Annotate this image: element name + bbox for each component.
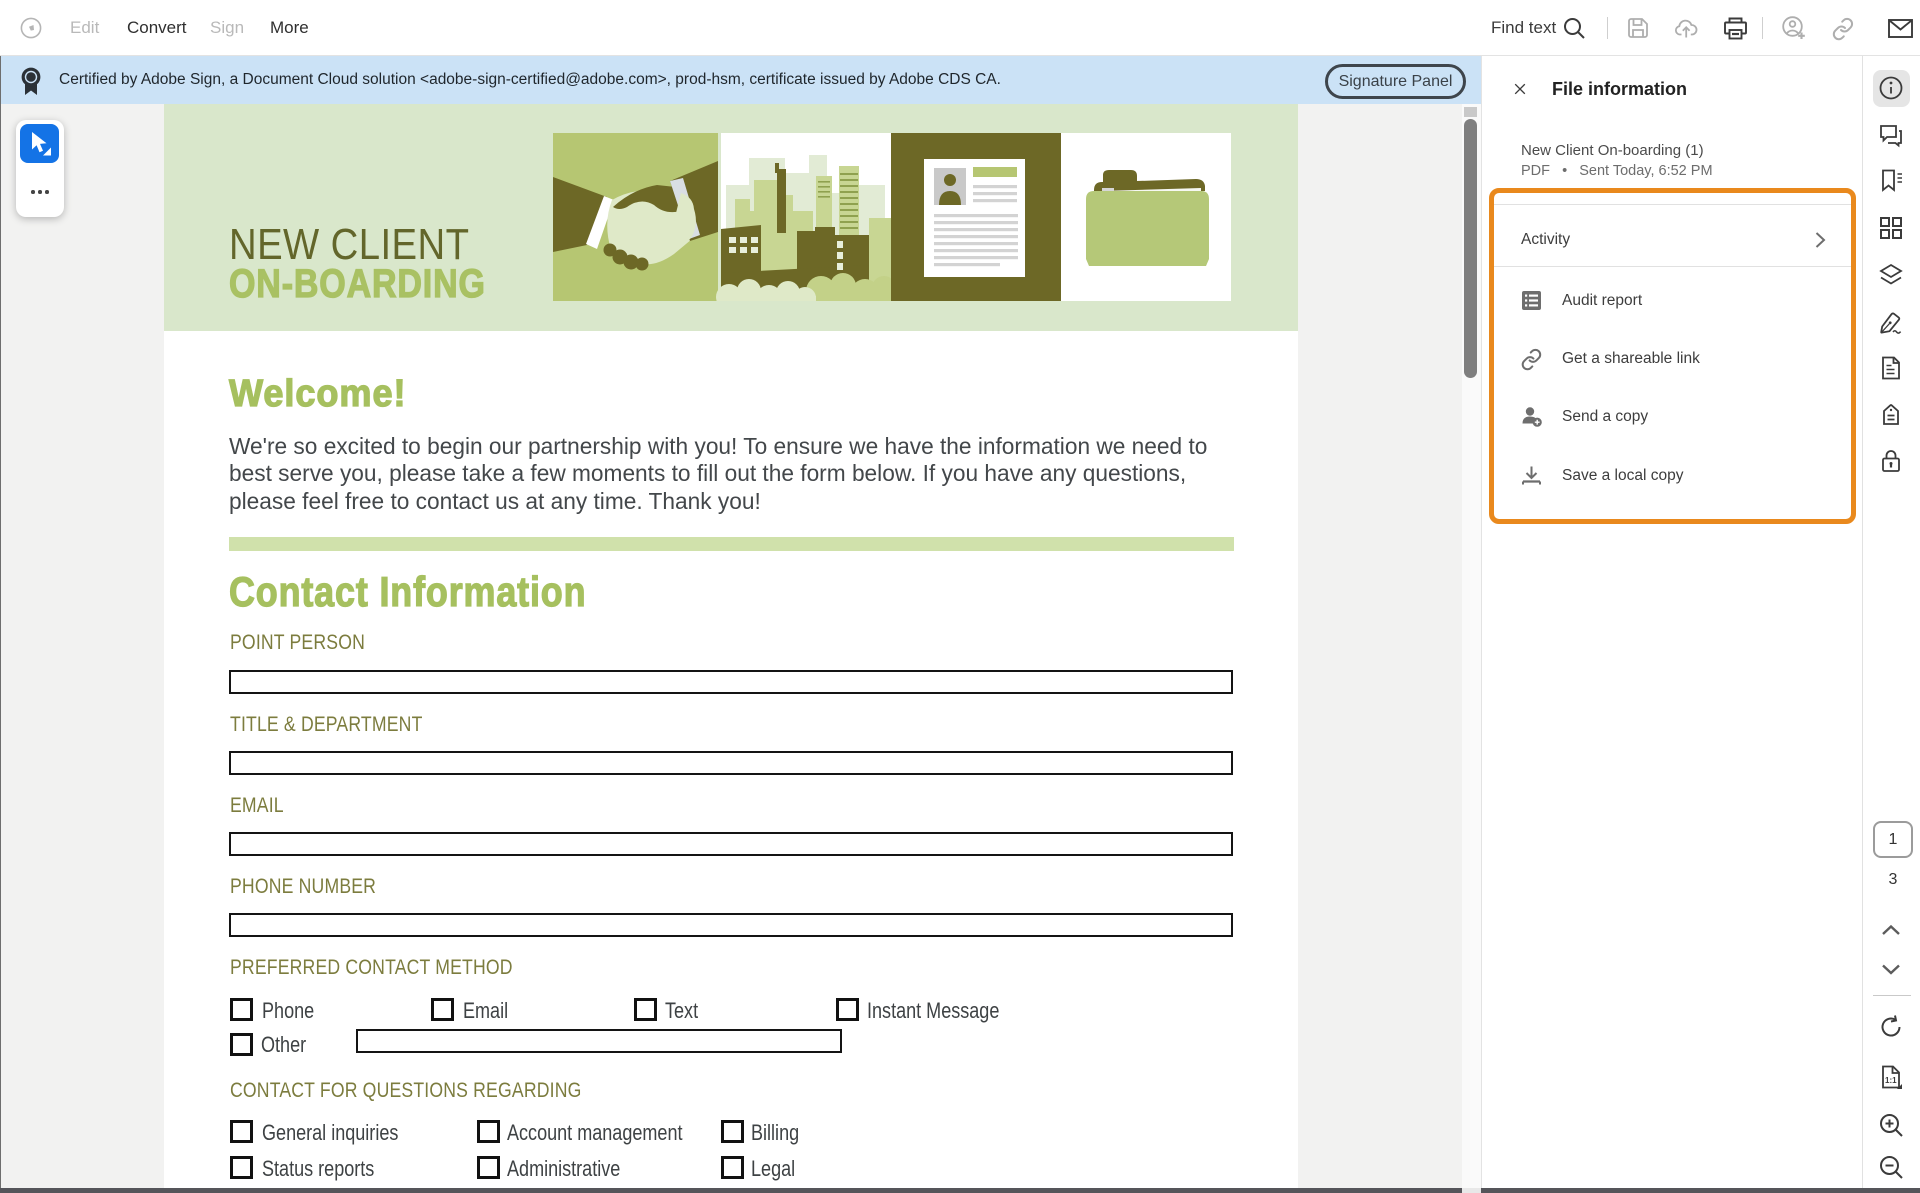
svg-text:1:1: 1:1 (1885, 1076, 1897, 1085)
